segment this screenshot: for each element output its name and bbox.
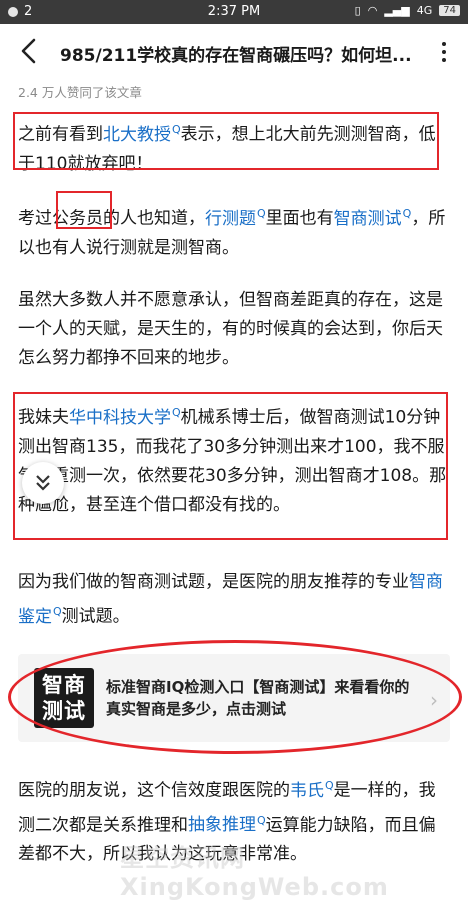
expand-button[interactable] — [22, 462, 64, 504]
search-icon: Q — [172, 123, 181, 136]
paragraph-4: 我妹夫华中科技大学Q机械系博士后，做智商测试10分钟测出智商135，而我花了30… — [18, 406, 447, 515]
wifi-icon: ◠ — [367, 4, 378, 17]
more-dot-icon — [442, 42, 446, 46]
status-right: ▯ ◠ ▂▄▆ 4G 74 — [355, 4, 460, 17]
watermark: 星空资讯网 XingKongWeb.com — [120, 844, 389, 901]
search-icon: Q — [53, 605, 62, 618]
paragraph-1: 之前有看到北大教授Q表示，想上北大前先测测智商，低于110就放弃吧！ — [18, 123, 436, 174]
paragraph-3: 虽然大多数人并不愿意承认，但智商差距真的存在，这是一个人的天赋，是天生的，有的时… — [18, 290, 443, 368]
keyword-link[interactable]: 行测题Q — [205, 207, 266, 229]
more-dot-icon — [442, 58, 446, 62]
status-bar: 2 2:37 PM ▯ ◠ ▂▄▆ 4G 74 — [0, 0, 468, 24]
likes-count: 2.4 万人赞同了该文章 — [18, 85, 142, 100]
keyword-link[interactable]: 华中科技大学Q — [69, 406, 181, 428]
more-dot-icon — [442, 50, 446, 54]
article-title: 985/211学校真的存在智商碾压吗？如何坦... — [60, 46, 412, 66]
paragraph-2: 考过公务员的人也知道，行测题Q里面也有智商测试Q，所以也有人说行测就是测智商。 — [18, 207, 446, 258]
battery-icon: 74 — [439, 5, 460, 16]
vibrate-icon: ▯ — [354, 4, 361, 17]
search-icon: Q — [257, 813, 266, 827]
signal-icon: ▂▄▆ — [384, 4, 410, 17]
back-arrow-icon — [21, 38, 36, 64]
search-icon: Q — [325, 779, 334, 792]
app-bar: 985/211学校真的存在智商碾压吗？如何坦... — [0, 24, 468, 80]
ad-card[interactable]: 智商 测试 标准智商IQ检测入口【智商测试】来看看你的真实智商是多少，点击测试 … — [18, 654, 450, 742]
keyword-link[interactable]: 抽象推理Q — [188, 813, 266, 836]
search-icon: Q — [172, 406, 181, 419]
signal-label: 4G — [416, 4, 433, 17]
back-button[interactable] — [16, 36, 44, 66]
chevron-right-icon: › — [430, 688, 438, 712]
more-options-button[interactable] — [434, 38, 454, 66]
keyword-link[interactable]: 智商测试Q — [334, 207, 412, 229]
paragraph-5: 因为我们做的智商测试题，是医院的朋友推荐的专业智商鉴定Q测试题。 — [18, 572, 443, 627]
keyword-link[interactable]: 北大教授Q — [103, 123, 181, 145]
keyword-link[interactable]: 韦氏Q — [290, 779, 334, 801]
ad-thumbnail: 智商 测试 — [34, 668, 94, 728]
search-icon: Q — [257, 207, 266, 220]
double-chevron-down-icon — [36, 475, 50, 491]
ad-text: 标准智商IQ检测入口【智商测试】来看看你的真实智商是多少，点击测试 — [106, 678, 410, 718]
